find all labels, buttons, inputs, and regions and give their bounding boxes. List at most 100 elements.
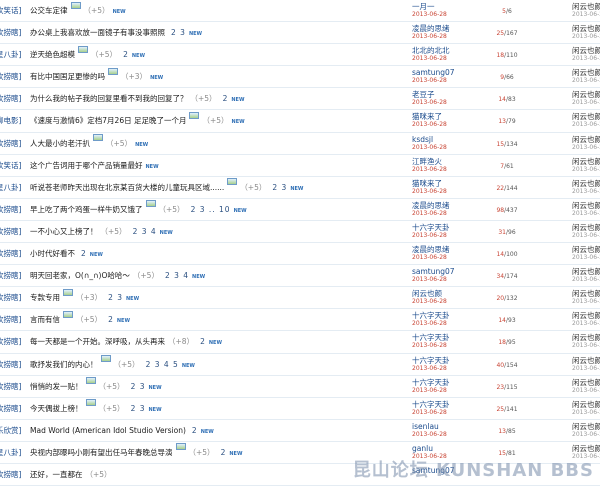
thread-row[interactable]: 乐欣赏]Mad World (American Idol Studio Vers… xyxy=(0,420,600,442)
page-links[interactable]: 2 3 4 xyxy=(133,221,157,242)
last-reply-author-link[interactable]: 闲云也颜 xyxy=(572,199,600,210)
thread-row[interactable]: 欢捞瞎]每一天都是一个开始。深呼吸，从头再来（+8）2NEW十六字天卦2013-… xyxy=(0,331,600,354)
thread-row[interactable]: 聊电影]《速度与激情6》定档7月26日 足足晚了一个月（+5）NEW猫咪来了20… xyxy=(0,110,600,133)
last-reply-author-link[interactable]: 闲云也颜 xyxy=(572,44,600,55)
thread-category-link[interactable]: 欢捞瞎] xyxy=(0,376,28,397)
thread-category-link[interactable]: 欢捞瞎] xyxy=(0,88,28,109)
thread-author-link[interactable]: 十六字天卦 xyxy=(412,221,492,232)
thread-title-link[interactable]: 还好，一直都在 xyxy=(30,464,83,485)
thread-row[interactable]: 欢捞瞎]小时代好看不 2NEW 凌晨的思绪2013-06-28 14/100 闲云也颜2… xyxy=(0,243,600,266)
thread-author-link[interactable]: 十六字天卦 xyxy=(412,354,492,365)
thread-author-link[interactable]: 十六字天卦 xyxy=(412,309,492,320)
last-reply-author-link[interactable]: 闲云也颜 xyxy=(572,376,600,387)
page-links[interactable]: 2 xyxy=(200,331,206,352)
thread-title-link[interactable]: 每一天都是一个开始。深呼吸，从头再来 xyxy=(30,331,165,352)
thread-category-link[interactable]: 星八卦] xyxy=(0,442,28,463)
thread-author-link[interactable]: 北北的北北 xyxy=(412,44,492,55)
thread-title-link[interactable]: 明天回老家，O(∩_∩)O哈哈～ xyxy=(30,265,130,286)
last-reply-author-link[interactable]: 闲云也颜 xyxy=(572,420,600,431)
thread-row[interactable]: 欢捞瞎]今天偶拔上榜！ （+5） 2 3NEW 十六字天卦2013-06-28 25/1… xyxy=(0,398,600,420)
page-links[interactable]: 2 xyxy=(81,243,87,264)
thread-author-link[interactable]: 猫咪来了 xyxy=(412,110,492,121)
thread-row[interactable]: 欢捞瞎]一不小心又上榜了！（+5）2 3 4NEW十六字天卦2013-06-28… xyxy=(0,221,600,244)
last-reply-author-link[interactable]: 闲云也颜 xyxy=(572,88,600,99)
last-reply-author-link[interactable]: 闲云也颜 xyxy=(572,22,600,33)
page-links[interactable]: 2 xyxy=(192,420,198,441)
thread-category-link[interactable]: 欢捞瞎] xyxy=(0,287,28,308)
thread-title-link[interactable]: 《速度与激情6》定档7月26日 足足晚了一个月 xyxy=(30,110,186,131)
thread-title-link[interactable]: 歌抒发我们的内心！ xyxy=(30,354,98,375)
thread-title-link[interactable]: 专款专用 xyxy=(30,287,60,308)
page-links[interactable]: 2 3 xyxy=(131,398,146,419)
thread-author-link[interactable]: 凌晨的思绪 xyxy=(412,243,492,254)
last-reply-author-link[interactable]: 闲云也颜 xyxy=(572,110,600,121)
thread-row[interactable]: 欢捞瞎]明天回老家，O(∩_∩)O哈哈～（+5） 2 3 4NEW samtung0… xyxy=(0,265,600,288)
thread-category-link[interactable]: 欢捞瞎] xyxy=(0,66,28,87)
thread-title-link[interactable]: 办公桌上我喜欢放一面镜子有事没事照照 xyxy=(30,22,165,43)
thread-title-link[interactable]: 一不小心又上榜了！ xyxy=(30,221,98,242)
thread-category-link[interactable]: 欢捞瞎] xyxy=(0,398,28,419)
page-links[interactable]: 2 xyxy=(223,88,229,109)
page-links[interactable]: 2 xyxy=(221,442,227,463)
last-reply-author-link[interactable]: 闲云也颜 xyxy=(572,243,600,254)
thread-category-link[interactable]: 欢笑话] xyxy=(0,0,28,21)
thread-category-link[interactable]: 欢捞瞎] xyxy=(0,331,28,352)
thread-author-link[interactable]: 闲云也颜 xyxy=(412,287,492,298)
page-links[interactable]: 2 3 .. 10 xyxy=(191,199,231,220)
thread-author-link[interactable]: isenlau xyxy=(412,420,492,431)
thread-category-link[interactable]: 欢捞瞎] xyxy=(0,309,28,330)
thread-title-link[interactable]: 今天偶拔上榜！ xyxy=(30,398,83,419)
thread-author-link[interactable]: 十六字天卦 xyxy=(412,331,492,342)
thread-category-link[interactable]: 欢捞瞎] xyxy=(0,133,28,154)
thread-row[interactable]: 欢笑话]公交车定律 （+5）NEW 一月一2013-06-28 5/6 闲云也颜2013… xyxy=(0,0,600,23)
thread-category-link[interactable]: 乐欣赏] xyxy=(0,420,28,441)
page-links[interactable]: 2 3 xyxy=(272,177,287,198)
page-links[interactable]: 2 xyxy=(108,309,114,330)
thread-row[interactable]: 欢捞瞎]言而有信 （+5） 2NEW 十六字天卦2013-06-28 14/93 闲云也颜… xyxy=(0,309,600,332)
thread-author-link[interactable]: samtung07 xyxy=(412,66,492,77)
thread-category-link[interactable]: 欢捞瞎] xyxy=(0,464,28,485)
last-reply-author-link[interactable]: 闲云也颜 xyxy=(572,398,600,409)
thread-author-link[interactable]: ksdsjl xyxy=(412,133,492,144)
thread-row[interactable]: 欢捞瞎]歌抒发我们的内心！（+5）2 3 4 5NEW十六字天卦2013-06-… xyxy=(0,354,600,376)
thread-author-link[interactable]: 老豆子 xyxy=(412,88,492,99)
thread-author-link[interactable]: 凌晨的思绪 xyxy=(412,22,492,33)
thread-row[interactable]: 欢笑话]这个广告词用于哪个产品销量最好NEW 江畔渔火2013-06-28 7/61… xyxy=(0,155,600,177)
last-reply-author-link[interactable]: 闲云也颜 xyxy=(572,442,600,453)
last-reply-author-link[interactable]: 闲云也颜 xyxy=(572,354,600,365)
thread-author-link[interactable]: 一月一 xyxy=(412,0,492,11)
page-links[interactable]: 2 3 xyxy=(108,287,123,308)
last-reply-author-link[interactable]: 闲云也颜 xyxy=(572,331,600,342)
thread-row[interactable]: 欢捞瞎]早上吃了两个鸡蛋一样牛奶又饿了 （+5） 2 3 .. 10NEW 凌晨的思绪… xyxy=(0,199,600,221)
last-reply-author-link[interactable]: 闲云也颜 xyxy=(572,133,600,144)
thread-row[interactable]: 欢捞瞎]办公桌上我喜欢放一面镜子有事没事照照2 3NEW凌晨的思绪2013-06… xyxy=(0,22,600,45)
last-reply-author-link[interactable]: 闲云也颜 xyxy=(572,221,600,232)
last-reply-author-link[interactable]: 闲云也颜 xyxy=(572,287,600,298)
thread-title-link[interactable]: 这个广告词用于哪个产品销量最好 xyxy=(30,155,143,176)
thread-author-link[interactable]: 猫咪来了 xyxy=(412,177,492,188)
thread-row[interactable]: 星八卦]逆天绝色超模 （+5） 2NEW 北北的北北2013-06-28 18/110 闲… xyxy=(0,44,600,67)
thread-category-link[interactable]: 星八卦] xyxy=(0,44,28,65)
last-reply-author-link[interactable]: 闲云也颜 xyxy=(572,177,600,188)
thread-author-link[interactable]: 十六字天卦 xyxy=(412,398,492,409)
thread-row[interactable]: 欢捞瞎]人大最小的老汗扒 （+5）NEW ksdsjl2013-06-28 15/13… xyxy=(0,133,600,155)
thread-category-link[interactable]: 欢捞瞎] xyxy=(0,221,28,242)
thread-title-link[interactable]: 早上吃了两个鸡蛋一样牛奶又饿了 xyxy=(30,199,143,220)
last-reply-author-link[interactable]: 闲云也颜 xyxy=(572,0,600,11)
page-links[interactable]: 2 3 4 xyxy=(165,265,189,286)
last-reply-author-link[interactable]: 闲云也颜 xyxy=(572,155,600,166)
thread-title-link[interactable]: Mad World (American Idol Studio Version) xyxy=(30,420,186,441)
thread-row[interactable]: 欢捞瞎]专款专用（+3）2 3NEW闲云也颜2013-06-2820/132闲云… xyxy=(0,287,600,310)
thread-title-link[interactable]: 小时代好看不 xyxy=(30,243,75,264)
thread-category-link[interactable]: 欢捞瞎] xyxy=(0,22,28,43)
thread-author-link[interactable]: samtung07 xyxy=(412,265,492,276)
thread-row[interactable]: 欢捞瞎]为什么我的帖子我的回复里看不到我的回复了？（+5）2NEW老豆子2013… xyxy=(0,88,600,111)
page-links[interactable]: 2 xyxy=(123,44,129,65)
thread-title-link[interactable]: 为什么我的帖子我的回复里看不到我的回复了？ xyxy=(30,88,188,109)
thread-title-link[interactable]: 公交车定律 xyxy=(30,0,68,21)
thread-category-link[interactable]: 欢捞瞎] xyxy=(0,265,28,286)
thread-author-link[interactable]: 凌晨的思绪 xyxy=(412,199,492,210)
thread-category-link[interactable]: 欢捞瞎] xyxy=(0,243,28,264)
thread-title-link[interactable]: 听说苍老师昨天出现在北京某百货大楼的儿童玩具区域...... xyxy=(30,177,224,198)
last-reply-author-link[interactable]: 闲云也颜 xyxy=(572,265,600,276)
